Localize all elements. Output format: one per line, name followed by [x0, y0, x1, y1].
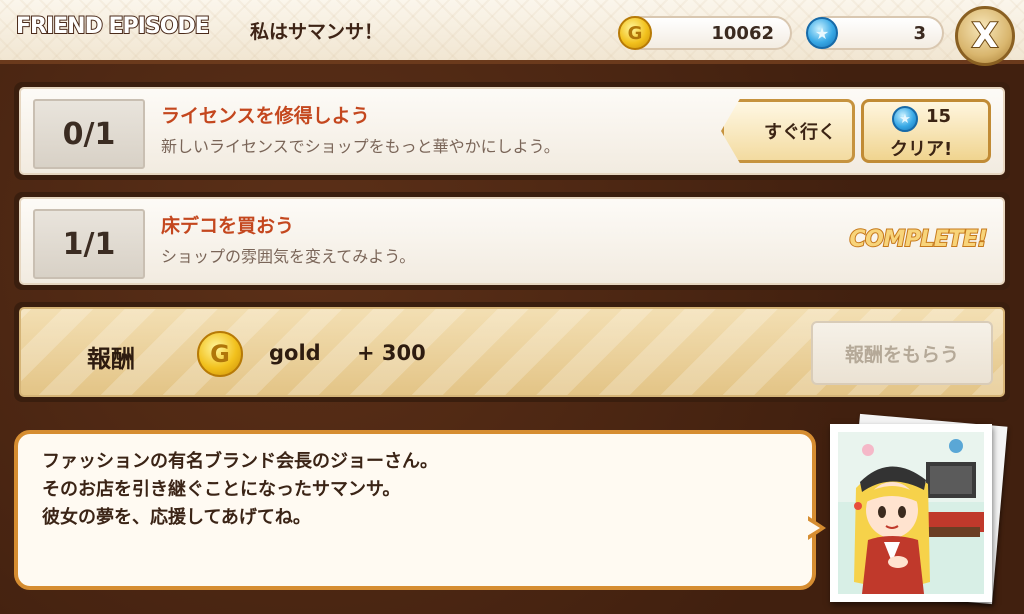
gem-amount: 3	[913, 23, 926, 44]
mission-title: ライセンスを修得しよう	[161, 105, 370, 127]
dialogue-line: ファッションの有名ブランド会長のジョーさん。	[42, 451, 438, 472]
reward-panel: 報酬 G gold + 300 報酬をもらう	[14, 302, 1010, 402]
reward-panel-body: 報酬 G gold + 300 報酬をもらう	[19, 307, 1005, 397]
mission-progress: 0/1	[33, 99, 145, 169]
dialogue-text: ファッションの有名ブランド会長のジョーさん。 そのお店を引き継ぐことになったサマ…	[42, 448, 438, 532]
header-bar: FRIEND EPISODE 私はサマンサ！ G 10062 ★ 3 X	[0, 0, 1024, 66]
dialogue-line: そのお店を引き継ぐことになったサマンサ。	[42, 479, 401, 500]
reward-label: 報酬	[87, 345, 135, 373]
mission-description: ショップの雰囲気を変えてみよう。	[161, 247, 416, 266]
gold-coin-icon: G	[197, 331, 243, 377]
gem-counter: ★ 3	[806, 16, 944, 50]
character-portrait	[830, 424, 992, 602]
gold-amount: 10062	[711, 23, 774, 44]
close-button[interactable]: X	[955, 6, 1015, 66]
mission-card: 0/1 ライセンスを修得しよう 新しいライセンスでショップをもっと華やかにしよう…	[14, 82, 1010, 180]
episode-title: 私はサマンサ！	[250, 21, 384, 43]
complete-badge: COMPLETE!	[849, 226, 989, 253]
clear-cost: 15	[926, 106, 952, 127]
dialogue-bubble: ファッションの有名ブランド会長のジョーさん。 そのお店を引き継ぐことになったサマ…	[14, 430, 816, 590]
reward-item: gold	[269, 341, 321, 365]
clear-label: クリア!	[890, 139, 953, 160]
mission-card: 1/1 床デコを買おう ショップの雰囲気を変えてみよう。 COMPLETE!	[14, 192, 1010, 290]
mission-description: 新しいライセンスでショップをもっと華やかにしよう。	[161, 137, 560, 156]
gold-counter: G 10062	[618, 16, 792, 50]
bubble-tail-inner	[807, 520, 820, 536]
mission-progress: 1/1	[33, 209, 145, 279]
reward-amount: + 300	[357, 341, 426, 365]
go-now-button[interactable]: すぐ行く	[721, 99, 855, 163]
gold-coin-icon: G	[618, 16, 652, 50]
instant-clear-button[interactable]: ★ 15 クリア!	[861, 99, 991, 163]
gem-icon: ★	[892, 106, 918, 132]
episode-screen: FRIEND EPISODE 私はサマンサ！ G 10062 ★ 3 X 0/1…	[0, 0, 1024, 614]
character-illustration	[838, 432, 984, 594]
mission-card-body: 0/1 ライセンスを修得しよう 新しいライセンスでショップをもっと華やかにしよう…	[19, 87, 1005, 175]
claim-reward-button[interactable]: 報酬をもらう	[811, 321, 993, 385]
gem-icon: ★	[806, 17, 838, 49]
mission-card-body: 1/1 床デコを買おう ショップの雰囲気を変えてみよう。 COMPLETE!	[19, 197, 1005, 285]
mission-title: 床デコを買おう	[161, 215, 295, 237]
episode-tag: FRIEND EPISODE	[15, 13, 211, 40]
dialogue-line: 彼女の夢を、応援してあげてね。	[42, 507, 311, 528]
